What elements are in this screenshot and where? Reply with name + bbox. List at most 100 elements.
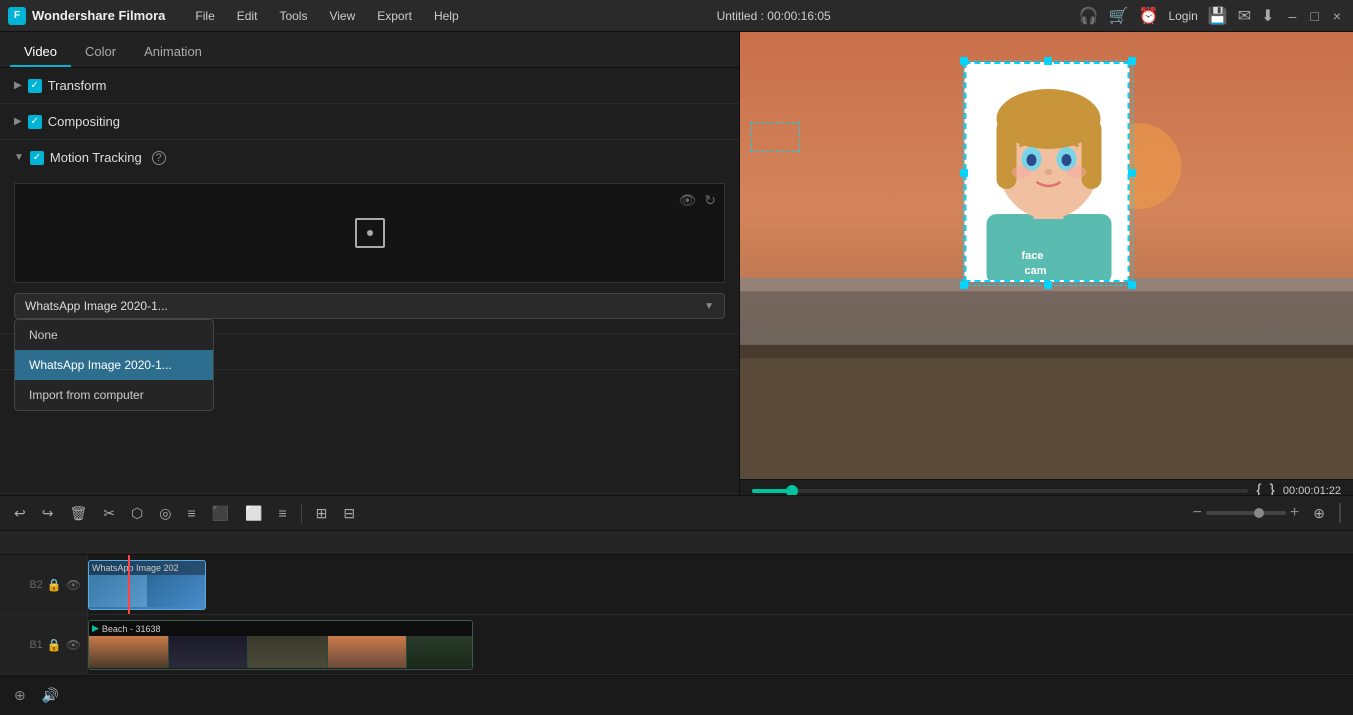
dropdown-item-none[interactable]: None (15, 320, 213, 350)
left-panel: Video Color Animation ▶ ✓ Transform ▶ ✓ … (0, 32, 740, 535)
motion-tracking-content: 👁 ↻ WhatsApp Image 2020-1... ▼ (0, 175, 739, 333)
topbar: F Wondershare Filmora File Edit Tools Vi… (0, 0, 1353, 32)
undo-button[interactable]: ↩ (8, 501, 32, 526)
redo-button[interactable]: ↪ (36, 501, 60, 526)
timeline-audio-button[interactable]: 🔊 (38, 683, 63, 708)
split-button[interactable]: ⬛ (206, 501, 235, 526)
properties-panel: ▶ ✓ Transform ▶ ✓ Compositing ▼ ✓ Motion (0, 68, 739, 493)
effects-button[interactable]: ◎ (153, 501, 177, 526)
menu-help[interactable]: Help (424, 5, 469, 27)
tracking-box (750, 122, 800, 152)
tab-video[interactable]: Video (10, 38, 71, 67)
menu-view[interactable]: View (319, 5, 365, 27)
download-icon[interactable]: ⬇ (1261, 6, 1274, 26)
login-button[interactable]: Login (1168, 9, 1197, 23)
adjust-button[interactable]: ≡ (272, 501, 292, 525)
zoom-slider[interactable] (1206, 511, 1286, 515)
track-b2-controls: B2 🔒 👁 (0, 555, 88, 614)
speed-button[interactable]: ⬜ (239, 501, 268, 526)
compositing-header[interactable]: ▶ ✓ Compositing (0, 104, 739, 139)
beach-thumb-3 (248, 636, 328, 668)
track-b1-lock[interactable]: 🔒 (47, 638, 62, 652)
track-b2-eye[interactable]: 👁 (66, 578, 81, 592)
cut-button[interactable]: ✂ (97, 501, 121, 526)
motion-tracking-preview: 👁 ↻ (14, 183, 725, 283)
video-clip[interactable]: ▶ Beach - 31638 (88, 620, 473, 670)
transform-checkbox[interactable]: ✓ (28, 79, 42, 93)
track-b2: B2 🔒 👁 ✂ WhatsApp Image 202 (0, 555, 1353, 615)
beach-thumb-2 (169, 636, 249, 668)
timeline-add-track-button[interactable]: ⊕ (10, 683, 30, 708)
track-b1-controls: B1 🔒 👁 (0, 615, 88, 674)
transform-header[interactable]: ▶ ✓ Transform (0, 68, 739, 103)
beach-thumb-5 (407, 636, 472, 668)
eye-off-icon[interactable]: 👁 (678, 192, 696, 209)
delete-button[interactable]: 🗑 (63, 501, 93, 526)
transform-section: ▶ ✓ Transform (0, 68, 739, 104)
avatar-clip[interactable]: WhatsApp Image 202 (88, 560, 206, 610)
menu-tools[interactable]: Tools (269, 5, 317, 27)
cart-icon[interactable]: 🛒 (1109, 6, 1129, 26)
zoom-in-icon[interactable]: + (1290, 504, 1299, 522)
motion-tracking-checkbox[interactable]: ✓ (30, 151, 44, 165)
compositing-section: ▶ ✓ Compositing (0, 104, 739, 140)
topbar-actions: 🎧 🛒 ⏰ Login 💾 ✉ ⬇ (1079, 6, 1275, 26)
snap-button[interactable]: ⊞ (310, 501, 334, 526)
motion-tracking-info-icon[interactable]: ? (152, 151, 166, 165)
toolbar: ↩ ↪ 🗑 ✂ ⬡ ◎ ≡ ⬛ ⬜ ≡ ⊞ ⊟ − + ⊕ (0, 495, 1353, 531)
add-track-button[interactable]: ⊕ (1307, 501, 1331, 526)
crop-button[interactable]: ⬡ (125, 501, 149, 526)
motion-tracking-header[interactable]: ▼ ✓ Motion Tracking ? (0, 140, 739, 175)
track-b2-lock[interactable]: 🔒 (47, 578, 62, 592)
dropdown-item-whatsapp[interactable]: WhatsApp Image 2020-1... (15, 350, 213, 380)
beach-thumb-4 (328, 636, 408, 668)
motion-tracking-arrow: ▼ (14, 152, 24, 163)
preview-area: face cam (740, 32, 1353, 479)
headphones-icon[interactable]: 🎧 (1079, 6, 1099, 26)
fit-button[interactable]: ⊟ (337, 501, 361, 526)
dropdown-selected-value: WhatsApp Image 2020-1... (25, 299, 168, 313)
main-area: Video Color Animation ▶ ✓ Transform ▶ ✓ … (0, 32, 1353, 535)
clock-icon[interactable]: ⏰ (1139, 6, 1159, 26)
track-b2-num: B2 (29, 579, 42, 591)
track-b2-content: ✂ WhatsApp Image 202 (88, 555, 1353, 614)
compositing-checkbox[interactable]: ✓ (28, 115, 42, 129)
video-clip-label: ▶ Beach - 31638 (89, 621, 472, 636)
avatar-clip-label: WhatsApp Image 202 (89, 561, 205, 575)
clip-dropdown[interactable]: WhatsApp Image 2020-1... ▼ (14, 293, 725, 319)
window-title: Untitled : 00:00:16:05 (469, 9, 1079, 23)
menu-file[interactable]: File (185, 5, 224, 27)
progress-bar[interactable] (752, 489, 1248, 493)
avatar-clip-thumbs (89, 575, 205, 607)
svg-text:face: face (1021, 250, 1043, 262)
close-button[interactable]: × (1329, 8, 1345, 24)
tab-animation[interactable]: Animation (130, 38, 216, 67)
track-b1: B1 🔒 👁 ▶ Beach - 31638 (0, 615, 1353, 675)
dropdown-item-import[interactable]: Import from computer (15, 380, 213, 410)
refresh-icon[interactable]: ↻ (704, 192, 716, 209)
toolbar-divider (301, 503, 302, 523)
maximize-button[interactable]: □ (1306, 8, 1322, 24)
bottom-section: ↩ ↪ 🗑 ✂ ⬡ ◎ ≡ ⬛ ⬜ ≡ ⊞ ⊟ − + ⊕ 00:00:01:0… (0, 495, 1353, 715)
avatar-svg: face cam (966, 64, 1129, 282)
logo-icon: F (8, 7, 26, 25)
avatar-thumb-1 (89, 575, 147, 607)
video-clip-thumbs (89, 636, 472, 668)
motion-tracking-section: ▼ ✓ Motion Tracking ? 👁 ↻ (0, 140, 739, 334)
text-button[interactable]: ≡ (181, 501, 201, 525)
mail-icon[interactable]: ✉ (1238, 6, 1251, 26)
app-name: Wondershare Filmora (32, 8, 165, 23)
zoom-out-icon[interactable]: − (1193, 504, 1202, 522)
tab-color[interactable]: Color (71, 38, 130, 67)
timeline-bottom-bar: ⊕ 🔊 (0, 675, 1353, 715)
save-icon[interactable]: 💾 (1208, 6, 1228, 26)
avatar-thumb-2 (147, 575, 205, 607)
track-b1-eye[interactable]: 👁 (66, 638, 81, 652)
menu-export[interactable]: Export (367, 5, 422, 27)
minimize-button[interactable]: – (1285, 8, 1301, 24)
menu-bar: File Edit Tools View Export Help (185, 5, 468, 27)
window-controls: – □ × (1285, 8, 1345, 24)
beach-thumb-1 (89, 636, 169, 668)
menu-edit[interactable]: Edit (227, 5, 268, 27)
zoom-thumb[interactable] (1254, 508, 1264, 518)
